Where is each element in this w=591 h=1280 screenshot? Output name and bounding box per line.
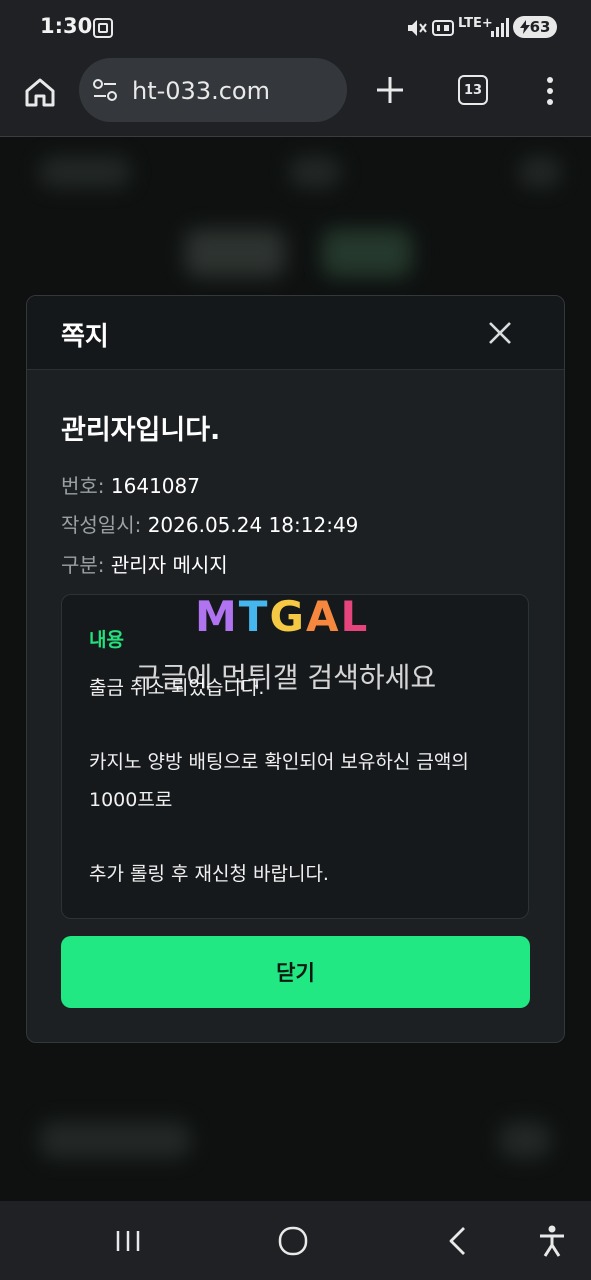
status-bar: 1:30 LTE+ 63: [0, 0, 591, 56]
watermark-logo: MTGAL: [195, 592, 370, 641]
system-nav-bar: [0, 1201, 591, 1280]
network-type: LTE+: [458, 16, 493, 31]
message-content-box: 내용 출금 취소 되었습니다. 카지노 양방 배팅으로 확인되어 보유하신 금액…: [61, 594, 529, 919]
close-button[interactable]: 닫기: [61, 936, 530, 1008]
address-bar[interactable]: ht-033.com: [79, 58, 347, 122]
modal-title: 쪽지: [61, 322, 109, 352]
charging-icon: [519, 20, 530, 34]
browser-toolbar: ht-033.com 13: [0, 56, 591, 137]
hd-icon: [432, 20, 454, 36]
bg-blur-4: [185, 229, 285, 277]
plus-icon[interactable]: [374, 74, 406, 106]
bg-blur-6: [40, 1122, 190, 1158]
meta-value: 2026.05.24 18:12:49: [147, 513, 359, 537]
site-settings-icon[interactable]: [92, 78, 118, 102]
content-line: 1000프로: [89, 789, 173, 811]
content-line: 추가 롤링 후 재신청 바랍니다.: [89, 863, 329, 885]
recent-apps-icon[interactable]: [110, 1223, 146, 1259]
back-icon[interactable]: [440, 1223, 476, 1259]
screenshot-icon: [93, 18, 113, 38]
battery-level: 63: [529, 18, 551, 36]
accessibility-icon[interactable]: [534, 1223, 570, 1259]
meta-date: 작성일시: 2026.05.24 18:12:49: [61, 509, 358, 538]
content-label: 내용: [89, 629, 124, 651]
meta-category: 구분: 관리자 메시지: [61, 549, 228, 578]
bg-blur-5: [322, 229, 412, 277]
mute-icon: [408, 20, 427, 36]
bg-blur-7: [500, 1122, 550, 1158]
meta-label: 번호:: [61, 474, 111, 498]
close-icon[interactable]: [487, 320, 513, 346]
tab-switcher-button[interactable]: 13: [458, 75, 488, 105]
meta-label: 작성일시:: [61, 513, 148, 537]
home-icon[interactable]: [22, 74, 58, 110]
battery-indicator: 63: [513, 16, 557, 38]
meta-label: 구분:: [61, 553, 111, 577]
bg-blur-1: [40, 157, 130, 187]
url-text: ht-033.com: [132, 77, 270, 105]
status-time: 1:30: [40, 14, 93, 38]
signal-icon: [491, 18, 509, 37]
meta-value: 1641087: [110, 474, 200, 498]
content-line: 카지노 양방 배팅으로 확인되어 보유하신 금액의: [89, 751, 469, 773]
home-nav-icon[interactable]: [275, 1223, 311, 1259]
bg-blur-2: [290, 157, 340, 187]
watermark-text: 구글에 먹튀갤 검색하세요: [135, 661, 437, 694]
message-subject: 관리자입니다.: [61, 415, 221, 446]
more-vert-icon[interactable]: [545, 76, 555, 106]
meta-value: 관리자 메시지: [110, 553, 228, 577]
modal-header: 쪽지: [27, 296, 564, 370]
bg-blur-3: [520, 157, 560, 187]
meta-number: 번호: 1641087: [61, 470, 200, 499]
